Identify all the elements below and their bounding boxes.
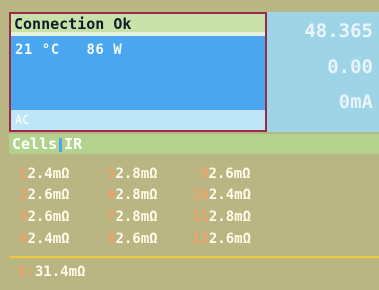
- temperature-reading: 21 °C: [15, 42, 60, 58]
- status-panel: Connection Ok 21 °C 86 W AC: [9, 12, 267, 132]
- secondary-value: 0.00: [327, 56, 373, 78]
- cell-2: 22.6mΩ: [19, 187, 70, 203]
- mode-indicator: AC: [11, 110, 265, 130]
- cell-4: 42.4mΩ: [19, 231, 70, 247]
- cell-5: 52.8mΩ: [107, 166, 158, 182]
- cell-12: 122.6mΩ: [192, 231, 252, 247]
- cell-6: 62.8mΩ: [107, 187, 158, 203]
- cell-8: 82.6mΩ: [107, 231, 158, 247]
- voltage-value: 48.365: [304, 20, 373, 42]
- device-screen: Connection Ok 21 °C 86 W AC 48.365 0.00 …: [0, 0, 379, 290]
- cell-7: 72.8mΩ: [107, 209, 158, 225]
- cells-header: Cells IR: [9, 134, 379, 154]
- status-divider: [11, 32, 265, 36]
- cell-11: 112.8mΩ: [192, 209, 252, 225]
- tab-separator: [59, 137, 63, 152]
- tab-cells[interactable]: Cells: [12, 135, 57, 153]
- cell-9: 92.6mΩ: [200, 166, 251, 182]
- current-value: 0mA: [338, 91, 373, 113]
- readings-row: 21 °C 86 W: [15, 42, 122, 58]
- sum-divider: [9, 256, 379, 258]
- power-reading: 86 W: [86, 42, 123, 58]
- tab-ir[interactable]: IR: [64, 135, 82, 153]
- cell-3: 32.6mΩ: [19, 209, 70, 225]
- cell-10: 102.4mΩ: [192, 187, 252, 203]
- connection-status: Connection Ok: [11, 12, 265, 33]
- cell-1: 12.4mΩ: [19, 166, 70, 182]
- value-panel: 48.365 0.00 0mA: [267, 12, 379, 132]
- sum-resistance: S:31.4mΩ: [18, 264, 86, 280]
